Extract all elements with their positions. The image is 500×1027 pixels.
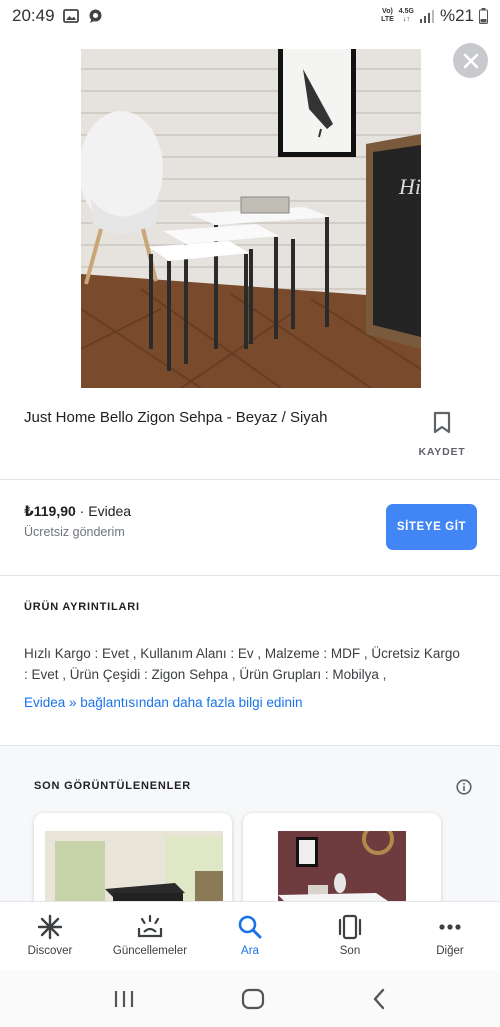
nav-label: Ara bbox=[241, 945, 259, 957]
message-icon bbox=[89, 9, 102, 23]
recent-product-image bbox=[278, 831, 406, 911]
network-type-indicator: 4.5G ↓↑ bbox=[398, 8, 414, 23]
clock: 20:49 bbox=[12, 6, 55, 25]
close-icon bbox=[463, 53, 478, 68]
back-icon[interactable] bbox=[371, 988, 387, 1010]
bottom-navigation: Discover Güncellemeler Ara Son Diğer bbox=[0, 901, 500, 970]
signal-icon bbox=[419, 10, 434, 23]
battery-icon bbox=[479, 8, 488, 24]
nav-recent[interactable]: Son bbox=[300, 902, 400, 970]
nav-updates[interactable]: Güncellemeler bbox=[100, 902, 200, 970]
nav-label: Son bbox=[339, 945, 361, 957]
battery-percent: %21 bbox=[439, 6, 474, 25]
gallery-icon bbox=[62, 9, 79, 23]
recently-viewed-heading: SON GÖRÜNTÜLENENLER bbox=[34, 780, 191, 792]
recent-product-image bbox=[45, 831, 223, 911]
svg-text:Hi: Hi bbox=[398, 174, 421, 199]
nav-label: Güncellemeler bbox=[112, 945, 188, 957]
more-dots-icon bbox=[439, 924, 461, 930]
nav-search[interactable]: Ara bbox=[200, 902, 300, 970]
nav-discover[interactable]: Discover bbox=[0, 902, 100, 970]
details-heading: ÜRÜN AYRINTILARI bbox=[24, 601, 140, 613]
status-bar: 20:49 Vo) LTE 4.5G ↓↑ %21 bbox=[0, 0, 500, 32]
details-text: Hızlı Kargo : Evet , Kullanım Alanı : Ev… bbox=[24, 646, 460, 682]
seller-name: Evidea bbox=[88, 503, 132, 519]
nav-label: Discover bbox=[27, 945, 73, 957]
updates-icon bbox=[137, 914, 163, 938]
product-title: Just Home Bello Zigon Sehpa - Beyaz / Si… bbox=[24, 409, 328, 426]
close-button[interactable] bbox=[453, 43, 488, 78]
system-navigation-bar bbox=[0, 970, 500, 1027]
recent-cards-icon bbox=[338, 914, 362, 940]
save-label: KAYDET bbox=[418, 446, 466, 458]
price: ₺119,90 bbox=[24, 503, 76, 519]
nav-label: Diğer bbox=[436, 945, 464, 957]
nav-more[interactable]: Diğer bbox=[400, 902, 500, 970]
save-button[interactable]: KAYDET bbox=[416, 411, 468, 458]
visit-site-button[interactable]: SİTEYE GİT bbox=[386, 504, 477, 550]
asterisk-icon bbox=[37, 914, 63, 940]
price-line: ₺119,90 · Evidea bbox=[24, 503, 132, 519]
bookmark-icon bbox=[433, 411, 451, 434]
divider bbox=[0, 575, 500, 576]
search-icon bbox=[238, 915, 262, 939]
screen: 20:49 Vo) LTE 4.5G ↓↑ %21 Hi Just Home B… bbox=[0, 0, 500, 1027]
shipping-info: Ücretsiz gönderim bbox=[24, 525, 125, 539]
volte-indicator: Vo) LTE bbox=[381, 8, 394, 23]
product-image[interactable]: Hi bbox=[81, 49, 421, 388]
divider bbox=[0, 479, 500, 480]
recent-apps-icon[interactable] bbox=[113, 989, 135, 1009]
info-icon[interactable] bbox=[456, 779, 472, 795]
home-icon[interactable] bbox=[241, 988, 265, 1010]
more-info-link[interactable]: Evidea » bağlantısından daha fazla bilgi… bbox=[24, 695, 302, 710]
